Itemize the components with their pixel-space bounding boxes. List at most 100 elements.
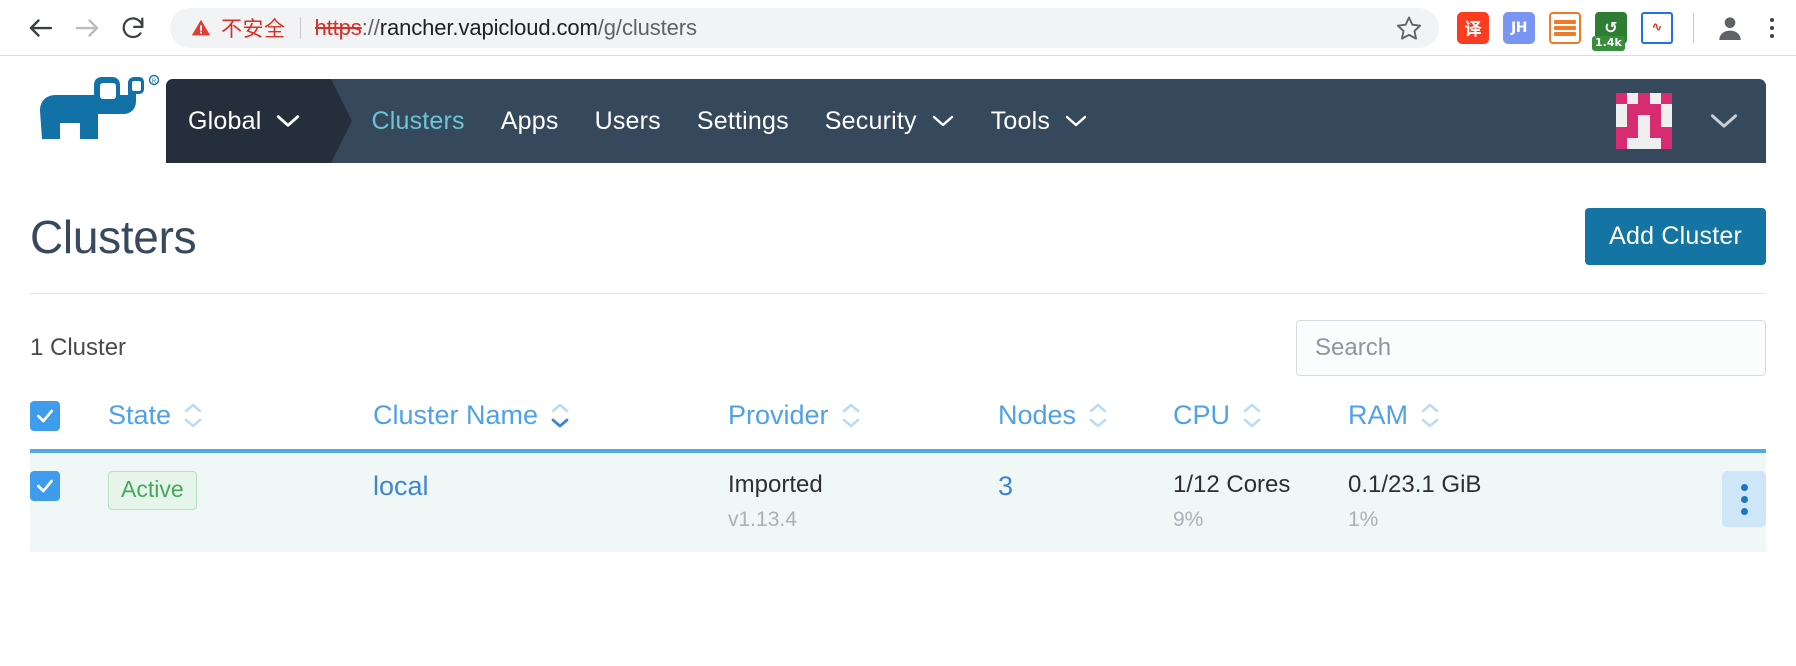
identicon-cell <box>1650 138 1661 149</box>
identicon-cell <box>1627 115 1639 127</box>
security-status-label: 不安全 <box>221 17 286 41</box>
nav-item-label: Users <box>594 106 661 135</box>
toolbar-divider <box>1693 12 1694 43</box>
chevron-down-icon <box>931 114 955 128</box>
account-circle-icon[interactable] <box>1714 12 1746 44</box>
identicon-cell <box>1638 138 1649 149</box>
identicon-cell <box>1661 115 1672 126</box>
identicon-cell <box>1616 115 1627 126</box>
column-header-state[interactable]: State <box>108 390 373 453</box>
youdao-dictionary-extension-icon[interactable]: 译 <box>1457 11 1489 44</box>
chevron-down-icon <box>275 113 301 129</box>
identicon-cell <box>1638 127 1649 138</box>
table-header-row: State Cluster Name Provider Nodes CPU RA… <box>30 390 1766 453</box>
identicon-cell <box>1650 93 1661 104</box>
identicon-cell <box>1638 93 1650 105</box>
identicon-cell <box>1649 126 1661 138</box>
row-checkbox[interactable] <box>30 471 60 501</box>
search-input[interactable] <box>1296 320 1766 376</box>
identicon-cell <box>1638 104 1650 116</box>
table-row[interactable]: Active local Imported v1.13.4 3 1/12 Cor… <box>30 451 1766 552</box>
cluster-count-label: 1 Cluster <box>30 334 127 361</box>
add-cluster-button[interactable]: Add Cluster <box>1585 208 1766 265</box>
star-icon[interactable] <box>1395 14 1423 42</box>
identicon-cell <box>1627 104 1639 116</box>
url-scheme: https <box>314 14 362 40</box>
column-label: CPU <box>1173 400 1231 430</box>
identicon-cell <box>1660 93 1672 105</box>
nav-item-label: Security <box>824 106 917 135</box>
nodes-count-link[interactable]: 3 <box>998 471 1013 501</box>
sort-toggle-cpu[interactable] <box>1242 402 1262 429</box>
cpu-percent: 9% <box>1173 507 1204 531</box>
identicon-cell <box>1661 104 1672 115</box>
column-label: Provider <box>728 400 829 430</box>
column-label: Nodes <box>998 400 1077 430</box>
chevron-down-icon <box>1064 114 1088 128</box>
identicon-cell <box>1627 93 1638 104</box>
identicon-cell <box>1616 137 1628 149</box>
cell-state: Active <box>108 451 373 552</box>
column-header-cluster-name[interactable]: Cluster Name <box>373 390 728 453</box>
row-actions-kebab-icon[interactable] <box>1722 471 1766 527</box>
forward-icon[interactable] <box>64 5 110 51</box>
nav-item-label: Tools <box>990 106 1051 135</box>
cell-actions <box>1578 451 1766 552</box>
list-extension-icon[interactable] <box>1549 11 1581 44</box>
identicon-cell <box>1616 93 1628 105</box>
chevron-down-icon[interactable] <box>1708 112 1740 130</box>
sort-toggle-state[interactable] <box>183 402 203 429</box>
sort-toggle-provider[interactable] <box>841 402 861 429</box>
address-bar[interactable]: 不安全 https://rancher.vapicloud.com/g/clus… <box>170 7 1439 48</box>
monitor-extension-icon[interactable]: ∿ <box>1641 11 1673 44</box>
cell-ram: 0.1/23.1 GiB 1% <box>1348 451 1578 552</box>
nav-item-security[interactable]: Security <box>825 107 955 136</box>
table-meta-row: 1 Cluster <box>30 294 1766 390</box>
sort-toggle-ram[interactable] <box>1420 402 1440 429</box>
nav-item-tools[interactable]: Tools <box>991 107 1088 136</box>
extension-badge-count: 1.4k <box>1592 36 1625 51</box>
not-secure-warning-icon <box>190 17 212 39</box>
provider-value: Imported <box>728 471 823 498</box>
extension-tray: 译 JH ↺ 1.4k ∿ <box>1457 11 1778 51</box>
back-icon[interactable] <box>18 5 64 51</box>
status-badge: Active <box>108 471 197 511</box>
nav-item-label: Clusters <box>371 106 465 135</box>
nav-items: Clusters Apps Users Settings Security To… <box>331 79 1616 163</box>
identicon-cell <box>1616 126 1628 138</box>
omnibox-divider <box>299 16 301 39</box>
nav-item-apps[interactable]: Apps <box>501 107 559 136</box>
column-header-cpu[interactable]: CPU <box>1173 390 1348 453</box>
identicon-cell <box>1616 104 1627 115</box>
session-restore-extension-icon[interactable]: ↺ 1.4k <box>1592 11 1627 51</box>
cluster-name-link[interactable]: local <box>373 471 429 501</box>
ram-percent: 1% <box>1348 507 1379 531</box>
reload-icon[interactable] <box>110 5 156 51</box>
nav-item-settings[interactable]: Settings <box>697 107 789 136</box>
cell-cluster-name: local <box>373 451 728 552</box>
nav-item-clusters[interactable]: Clusters <box>371 107 464 136</box>
svg-text:R: R <box>151 79 156 85</box>
user-identicon-avatar[interactable] <box>1616 93 1672 149</box>
cell-nodes: 3 <box>998 451 1173 552</box>
scope-selector-global[interactable]: Global <box>166 79 353 163</box>
sort-toggle-nodes[interactable] <box>1088 402 1108 429</box>
column-header-nodes[interactable]: Nodes <box>998 390 1173 453</box>
three-dot-menu-icon[interactable] <box>1766 17 1778 38</box>
browser-toolbar: 不安全 https://rancher.vapicloud.com/g/clus… <box>0 0 1796 56</box>
rancher-header: R Global Clusters Apps Users Settings Se… <box>0 56 1796 163</box>
jianghu-extension-icon[interactable]: JH <box>1503 11 1535 44</box>
identicon-cell <box>1660 137 1672 149</box>
rancher-cow-logo[interactable]: R <box>30 56 166 163</box>
cell-cpu: 1/12 Cores 9% <box>1173 451 1348 552</box>
column-header-provider[interactable]: Provider <box>728 390 998 453</box>
select-all-checkbox[interactable] <box>30 400 60 431</box>
row-select-cell <box>30 451 108 552</box>
column-header-ram[interactable]: RAM <box>1348 390 1578 453</box>
sort-toggle-cluster-name[interactable] <box>550 402 570 429</box>
nav-item-users[interactable]: Users <box>595 107 661 136</box>
url-host: rancher.vapicloud.com <box>379 14 598 40</box>
cell-provider: Imported v1.13.4 <box>728 451 998 552</box>
url-text: https://rancher.vapicloud.com/g/clusters <box>315 15 1384 41</box>
page-title-row: Clusters Add Cluster <box>30 163 1766 293</box>
